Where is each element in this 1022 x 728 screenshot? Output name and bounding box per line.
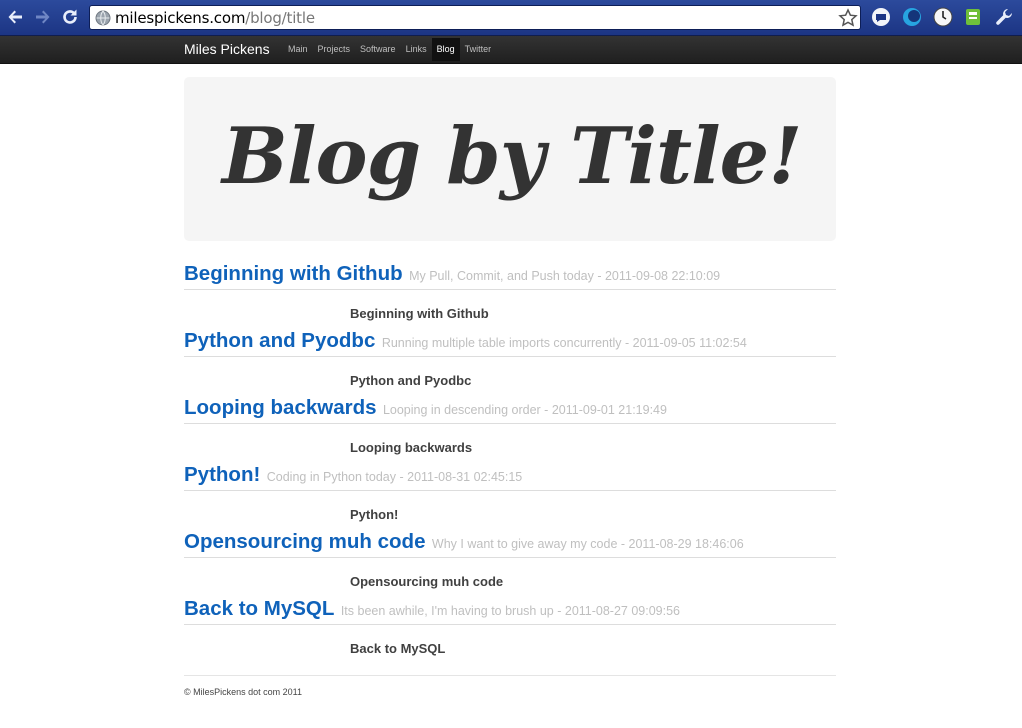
- site-navbar: Miles Pickens Main Projects Software Lin…: [0, 36, 1022, 64]
- post-header: Python! Coding in Python today - 2011-08…: [184, 463, 836, 491]
- reload-button[interactable]: [58, 5, 82, 29]
- clock-extension-icon[interactable]: [932, 6, 954, 28]
- nav-projects[interactable]: Projects: [313, 38, 356, 61]
- post-body: Back to MySQL: [350, 641, 446, 656]
- post-meta: Why I want to give away my code - 2011-0…: [431, 537, 744, 551]
- post-header: Python and Pyodbc Running multiple table…: [184, 329, 836, 357]
- blog-post: Opensourcing muh code Why I want to give…: [184, 530, 836, 590]
- moon-extension-icon[interactable]: [901, 6, 923, 28]
- post-title-link[interactable]: Python!: [184, 463, 260, 486]
- address-bar[interactable]: milespickens.com/blog/title: [89, 5, 861, 30]
- nav-main[interactable]: Main: [283, 38, 313, 61]
- post-body: Opensourcing muh code: [350, 574, 504, 589]
- nav-software[interactable]: Software: [355, 38, 401, 61]
- site-nav: Main Projects Software Links Blog Twitte…: [283, 36, 496, 63]
- site-brand[interactable]: Miles Pickens: [184, 40, 270, 58]
- post-meta: Looping in descending order - 2011-09-01…: [382, 403, 667, 417]
- evernote-extension-icon[interactable]: [962, 6, 984, 28]
- nav-blog[interactable]: Blog: [431, 38, 460, 61]
- post-body: Looping backwards: [350, 440, 473, 455]
- post-title-link[interactable]: Back to MySQL: [184, 597, 334, 620]
- forward-arrow-icon: [36, 10, 50, 24]
- url-path: /blog/title: [245, 9, 315, 27]
- url-text: milespickens.com/blog/title: [115, 9, 315, 27]
- post-title-link[interactable]: Looping backwards: [184, 396, 377, 419]
- post-body: Python!: [350, 507, 399, 522]
- back-arrow-icon: [8, 10, 22, 24]
- post-meta: Running multiple table imports concurren…: [381, 336, 747, 350]
- reload-icon: [63, 9, 77, 24]
- blog-post: Beginning with Github My Pull, Commit, a…: [184, 262, 836, 322]
- post-meta: My Pull, Commit, and Push today - 2011-0…: [409, 269, 721, 283]
- post-header: Opensourcing muh code Why I want to give…: [184, 530, 836, 558]
- footer-copyright: © MilesPickens dot com 2011: [184, 687, 303, 697]
- post-title-link[interactable]: Python and Pyodbc: [184, 329, 375, 352]
- post-body: Beginning with Github: [350, 306, 489, 321]
- chat-extension-icon[interactable]: [870, 6, 892, 28]
- nav-links[interactable]: Links: [401, 38, 432, 61]
- page-title: Blog by Title!: [222, 111, 802, 202]
- forward-button[interactable]: [31, 5, 55, 29]
- wrench-menu-icon[interactable]: [993, 6, 1015, 28]
- footer-divider: [184, 675, 836, 676]
- post-body: Python and Pyodbc: [350, 373, 472, 388]
- post-header: Beginning with Github My Pull, Commit, a…: [184, 262, 836, 290]
- post-title-link[interactable]: Opensourcing muh code: [184, 530, 425, 553]
- url-host: milespickens.com: [115, 9, 246, 27]
- bookmark-star-icon[interactable]: [838, 8, 858, 28]
- blog-post: Python! Coding in Python today - 2011-08…: [184, 463, 836, 523]
- blog-post: Looping backwards Looping in descending …: [184, 396, 836, 456]
- post-header: Looping backwards Looping in descending …: [184, 396, 836, 424]
- nav-twitter[interactable]: Twitter: [460, 38, 497, 61]
- blog-post: Back to MySQL Its been awhile, I'm havin…: [184, 597, 836, 657]
- post-meta: Its been awhile, I'm having to brush up …: [340, 604, 681, 618]
- post-meta: Coding in Python today - 2011-08-31 02:4…: [266, 470, 523, 484]
- hero-unit: Blog by Title!: [184, 77, 836, 241]
- browser-toolbar: milespickens.com/blog/title: [0, 0, 1022, 36]
- post-header: Back to MySQL Its been awhile, I'm havin…: [184, 597, 836, 625]
- post-title-link[interactable]: Beginning with Github: [184, 262, 403, 285]
- back-button[interactable]: [3, 5, 27, 29]
- blog-post: Python and Pyodbc Running multiple table…: [184, 329, 836, 389]
- page-globe-icon: [95, 10, 111, 26]
